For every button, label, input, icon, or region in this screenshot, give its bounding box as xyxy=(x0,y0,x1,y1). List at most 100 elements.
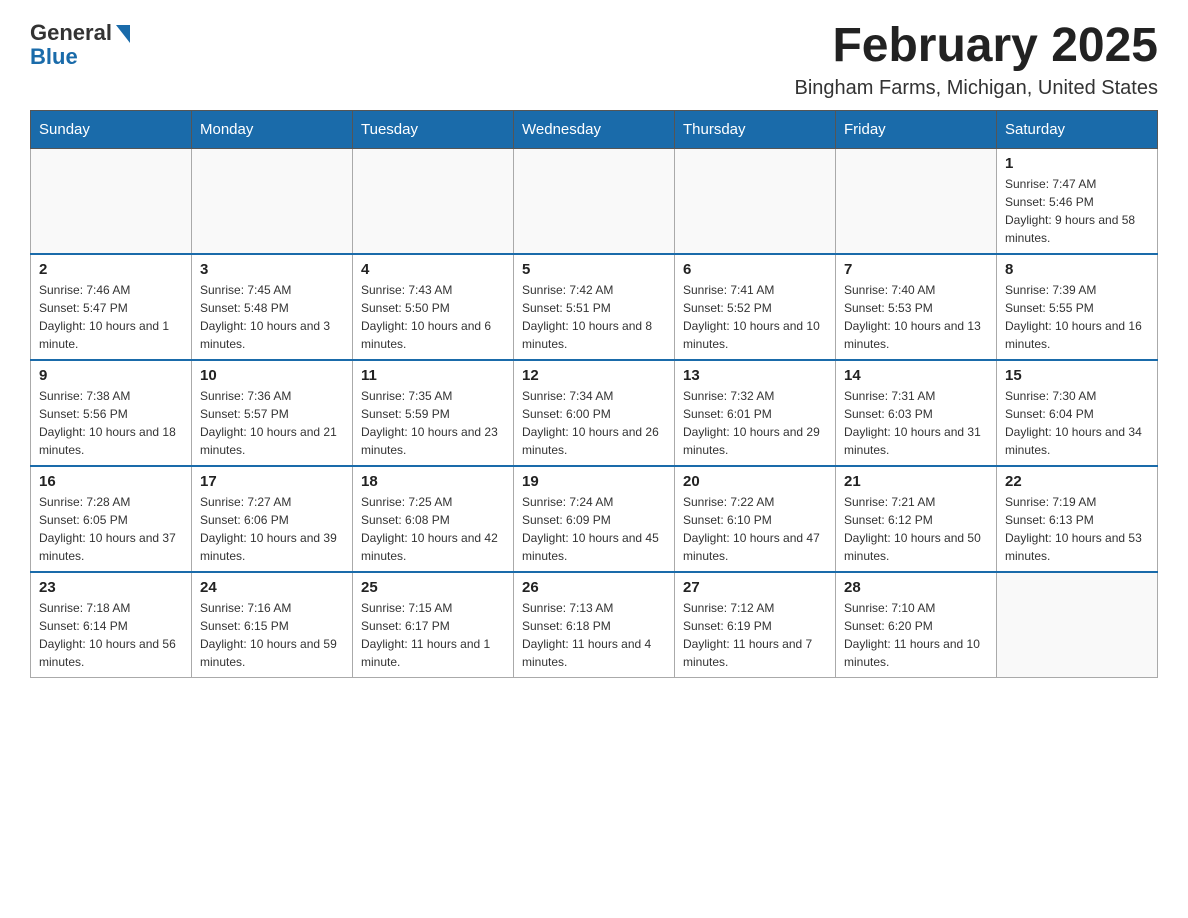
table-row: 18 Sunrise: 7:25 AMSunset: 6:08 PMDayligh… xyxy=(353,466,514,572)
table-row xyxy=(31,148,192,254)
col-wednesday: Wednesday xyxy=(514,110,675,148)
table-row: 17 Sunrise: 7:27 AMSunset: 6:06 PMDayligh… xyxy=(192,466,353,572)
day-number: 17 xyxy=(200,473,344,490)
table-row: 26 Sunrise: 7:13 AMSunset: 6:18 PMDayligh… xyxy=(514,572,675,678)
day-info: Sunrise: 7:36 AMSunset: 5:57 PMDaylight:… xyxy=(200,387,344,459)
day-number: 1 xyxy=(1005,155,1149,172)
day-info: Sunrise: 7:32 AMSunset: 6:01 PMDaylight:… xyxy=(683,387,827,459)
col-friday: Friday xyxy=(836,110,997,148)
day-info: Sunrise: 7:41 AMSunset: 5:52 PMDaylight:… xyxy=(683,281,827,353)
day-info: Sunrise: 7:21 AMSunset: 6:12 PMDaylight:… xyxy=(844,493,988,565)
table-row: 19 Sunrise: 7:24 AMSunset: 6:09 PMDayligh… xyxy=(514,466,675,572)
day-info: Sunrise: 7:47 AMSunset: 5:46 PMDaylight:… xyxy=(1005,175,1149,247)
table-row: 28Sunrise: 7:10 AMSunset: 6:20 PMDayligh… xyxy=(836,572,997,678)
day-number: 11 xyxy=(361,367,505,384)
day-info: Sunrise: 7:38 AMSunset: 5:56 PMDaylight:… xyxy=(39,387,183,459)
day-number: 4 xyxy=(361,261,505,278)
day-number: 19 xyxy=(522,473,666,490)
table-row: 6 Sunrise: 7:41 AMSunset: 5:52 PMDaylight… xyxy=(675,254,836,360)
day-number: 7 xyxy=(844,261,988,278)
col-saturday: Saturday xyxy=(997,110,1158,148)
col-thursday: Thursday xyxy=(675,110,836,148)
table-row: 5 Sunrise: 7:42 AMSunset: 5:51 PMDaylight… xyxy=(514,254,675,360)
col-sunday: Sunday xyxy=(31,110,192,148)
day-number: 8 xyxy=(1005,261,1149,278)
page-header: General Blue February 2025 Bingham Farms… xyxy=(30,20,1158,100)
table-row xyxy=(514,148,675,254)
table-row: 13 Sunrise: 7:32 AMSunset: 6:01 PMDayligh… xyxy=(675,360,836,466)
table-row: 22 Sunrise: 7:19 AMSunset: 6:13 PMDayligh… xyxy=(997,466,1158,572)
col-tuesday: Tuesday xyxy=(353,110,514,148)
day-info: Sunrise: 7:25 AMSunset: 6:08 PMDaylight:… xyxy=(361,493,505,565)
calendar-week-4: 16 Sunrise: 7:28 AMSunset: 6:05 PMDayligh… xyxy=(31,466,1158,572)
day-number: 10 xyxy=(200,367,344,384)
day-number: 16 xyxy=(39,473,183,490)
day-number: 15 xyxy=(1005,367,1149,384)
day-number: 9 xyxy=(39,367,183,384)
table-row: 14 Sunrise: 7:31 AMSunset: 6:03 PMDayligh… xyxy=(836,360,997,466)
day-info: Sunrise: 7:22 AMSunset: 6:10 PMDaylight:… xyxy=(683,493,827,565)
day-number: 12 xyxy=(522,367,666,384)
day-info: Sunrise: 7:16 AMSunset: 6:15 PMDaylight:… xyxy=(200,599,344,671)
day-number: 24 xyxy=(200,579,344,596)
table-row: 23Sunrise: 7:18 AMSunset: 6:14 PMDayligh… xyxy=(31,572,192,678)
day-info: Sunrise: 7:42 AMSunset: 5:51 PMDaylight:… xyxy=(522,281,666,353)
table-row: 25Sunrise: 7:15 AMSunset: 6:17 PMDayligh… xyxy=(353,572,514,678)
table-row: 12Sunrise: 7:34 AMSunset: 6:00 PMDayligh… xyxy=(514,360,675,466)
day-info: Sunrise: 7:45 AMSunset: 5:48 PMDaylight:… xyxy=(200,281,344,353)
day-number: 22 xyxy=(1005,473,1149,490)
day-info: Sunrise: 7:46 AMSunset: 5:47 PMDaylight:… xyxy=(39,281,183,353)
logo-general-text: General xyxy=(30,20,112,46)
day-info: Sunrise: 7:24 AMSunset: 6:09 PMDaylight:… xyxy=(522,493,666,565)
day-info: Sunrise: 7:18 AMSunset: 6:14 PMDaylight:… xyxy=(39,599,183,671)
day-info: Sunrise: 7:28 AMSunset: 6:05 PMDaylight:… xyxy=(39,493,183,565)
table-row: 3 Sunrise: 7:45 AMSunset: 5:48 PMDaylight… xyxy=(192,254,353,360)
table-row: 8Sunrise: 7:39 AMSunset: 5:55 PMDaylight… xyxy=(997,254,1158,360)
table-row: 10 Sunrise: 7:36 AMSunset: 5:57 PMDayligh… xyxy=(192,360,353,466)
day-number: 5 xyxy=(522,261,666,278)
day-info: Sunrise: 7:15 AMSunset: 6:17 PMDaylight:… xyxy=(361,599,505,671)
table-row: 9 Sunrise: 7:38 AMSunset: 5:56 PMDaylight… xyxy=(31,360,192,466)
table-row: 4 Sunrise: 7:43 AMSunset: 5:50 PMDaylight… xyxy=(353,254,514,360)
day-number: 26 xyxy=(522,579,666,596)
calendar-table: Sunday Monday Tuesday Wednesday Thursday… xyxy=(30,110,1158,678)
day-info: Sunrise: 7:27 AMSunset: 6:06 PMDaylight:… xyxy=(200,493,344,565)
title-section: February 2025 Bingham Farms, Michigan, U… xyxy=(795,20,1159,100)
day-number: 14 xyxy=(844,367,988,384)
day-info: Sunrise: 7:31 AMSunset: 6:03 PMDaylight:… xyxy=(844,387,988,459)
table-row: 27 Sunrise: 7:12 AMSunset: 6:19 PMDayligh… xyxy=(675,572,836,678)
day-info: Sunrise: 7:13 AMSunset: 6:18 PMDaylight:… xyxy=(522,599,666,671)
table-row xyxy=(192,148,353,254)
day-number: 3 xyxy=(200,261,344,278)
day-number: 18 xyxy=(361,473,505,490)
day-info: Sunrise: 7:43 AMSunset: 5:50 PMDaylight:… xyxy=(361,281,505,353)
logo-blue-text: Blue xyxy=(30,44,78,70)
day-info: Sunrise: 7:30 AMSunset: 6:04 PMDaylight:… xyxy=(1005,387,1149,459)
table-row xyxy=(997,572,1158,678)
day-number: 6 xyxy=(683,261,827,278)
day-number: 2 xyxy=(39,261,183,278)
logo: General Blue xyxy=(30,20,130,70)
logo-arrow-icon xyxy=(116,25,130,43)
day-info: Sunrise: 7:35 AMSunset: 5:59 PMDaylight:… xyxy=(361,387,505,459)
calendar-header-row: Sunday Monday Tuesday Wednesday Thursday… xyxy=(31,110,1158,148)
day-info: Sunrise: 7:12 AMSunset: 6:19 PMDaylight:… xyxy=(683,599,827,671)
calendar-week-3: 9 Sunrise: 7:38 AMSunset: 5:56 PMDaylight… xyxy=(31,360,1158,466)
day-number: 13 xyxy=(683,367,827,384)
table-row xyxy=(675,148,836,254)
table-row: 7 Sunrise: 7:40 AMSunset: 5:53 PMDaylight… xyxy=(836,254,997,360)
location-title: Bingham Farms, Michigan, United States xyxy=(795,77,1159,100)
table-row: 20Sunrise: 7:22 AMSunset: 6:10 PMDayligh… xyxy=(675,466,836,572)
col-monday: Monday xyxy=(192,110,353,148)
table-row: 16 Sunrise: 7:28 AMSunset: 6:05 PMDayligh… xyxy=(31,466,192,572)
day-number: 21 xyxy=(844,473,988,490)
day-number: 27 xyxy=(683,579,827,596)
table-row xyxy=(836,148,997,254)
month-title: February 2025 xyxy=(795,20,1159,73)
table-row: 11 Sunrise: 7:35 AMSunset: 5:59 PMDayligh… xyxy=(353,360,514,466)
day-number: 28 xyxy=(844,579,988,596)
table-row: 21 Sunrise: 7:21 AMSunset: 6:12 PMDayligh… xyxy=(836,466,997,572)
calendar-week-1: 1 Sunrise: 7:47 AMSunset: 5:46 PMDaylight… xyxy=(31,148,1158,254)
day-info: Sunrise: 7:19 AMSunset: 6:13 PMDaylight:… xyxy=(1005,493,1149,565)
day-info: Sunrise: 7:40 AMSunset: 5:53 PMDaylight:… xyxy=(844,281,988,353)
